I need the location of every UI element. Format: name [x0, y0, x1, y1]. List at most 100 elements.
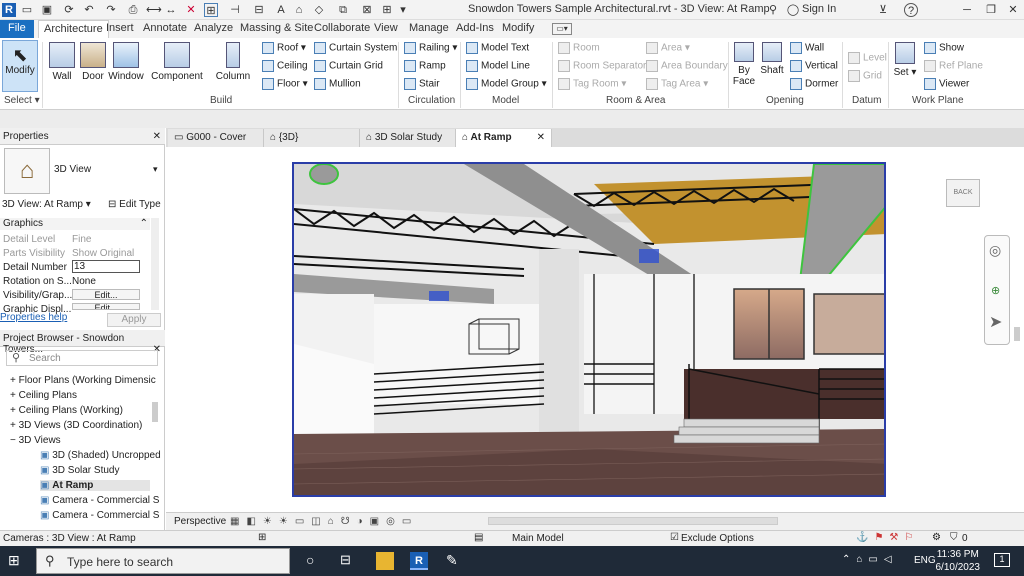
task-view-icon[interactable]: ○ — [306, 552, 324, 570]
by-face-button[interactable]: By Face — [732, 42, 756, 87]
user-icon[interactable]: ◯ — [786, 3, 800, 17]
3d-camera-view[interactable] — [292, 162, 886, 497]
area-button[interactable]: Area ▾ — [646, 42, 690, 54]
browser-tree-item[interactable]: ▣ 3D (Shaded) Uncropped — [40, 450, 161, 461]
ramp-button[interactable]: Ramp — [404, 60, 446, 72]
revit-logo-icon[interactable]: R — [2, 3, 16, 17]
component-button[interactable]: Component — [150, 42, 204, 82]
browser-tree-item[interactable]: ▣ At Ramp — [40, 480, 150, 491]
vertical-opening-button[interactable]: Vertical — [790, 60, 838, 72]
tab-3d-solar-study[interactable]: ⌂ 3D Solar Study — [360, 129, 456, 147]
close-icon[interactable]: ✕ — [153, 131, 161, 142]
graphic-display-edit-button[interactable]: Edit... — [72, 303, 140, 310]
mullion-button[interactable]: Mullion — [314, 78, 361, 90]
close-window-icon[interactable]: ⊠ — [360, 3, 374, 17]
detail-number-input[interactable]: 13 — [72, 260, 140, 273]
sync-icon[interactable]: ⟳ — [62, 3, 76, 17]
language-indicator[interactable]: ENG — [914, 555, 936, 566]
help-icon[interactable]: ? — [904, 3, 918, 17]
revit-taskbar-icon[interactable]: R — [410, 552, 428, 570]
search-binoculars-icon[interactable]: ⚲ — [766, 3, 780, 17]
properties-scrollbar[interactable] — [151, 218, 159, 310]
measure-icon[interactable]: ⟷ — [146, 3, 162, 17]
wall-button[interactable]: Wall — [48, 42, 76, 82]
sign-in-link[interactable]: Sign In — [802, 3, 836, 15]
browser-tree-item[interactable]: + Floor Plans (Working Dimensic — [10, 375, 156, 386]
edit-type-button[interactable]: ⊟ Edit Type — [108, 199, 161, 210]
text-icon[interactable]: A — [274, 3, 288, 17]
minimize-icon[interactable]: ─ — [960, 3, 974, 17]
view-control-icons[interactable]: ▦◧☀☀▭◫⌂☋◑▣◎▭ — [230, 516, 418, 527]
modify-button[interactable]: ⬉ Modify — [2, 40, 38, 92]
graphics-group-header[interactable]: Graphics ⌃ — [0, 218, 150, 230]
browser-tree-item[interactable]: − 3D Views — [10, 435, 61, 446]
open-icon[interactable]: ▭ — [20, 3, 34, 17]
tag-room-button[interactable]: Tag Room ▾ — [558, 78, 626, 90]
cart-icon[interactable]: ⊻ — [876, 3, 890, 17]
tab-architecture[interactable]: Architecture — [38, 20, 109, 39]
ref-plane-button[interactable]: Ref Plane — [924, 60, 983, 72]
apply-button[interactable]: Apply — [107, 313, 161, 327]
tab-analyze[interactable]: Analyze — [194, 22, 233, 34]
browser-tree-item[interactable]: + Ceiling Plans — [10, 390, 77, 401]
curtain-system-button[interactable]: Curtain System — [314, 42, 397, 54]
level-button[interactable]: Level — [848, 52, 887, 64]
tab-modify[interactable]: Modify — [502, 22, 534, 34]
tab-file[interactable]: File — [0, 20, 34, 38]
horizontal-scrollbar[interactable] — [488, 517, 778, 525]
zoom-icon[interactable]: ⊕ — [991, 284, 1000, 297]
select-dropdown[interactable]: Select ▾ — [4, 95, 40, 106]
model-line-button[interactable]: Model Line — [466, 60, 530, 72]
drawing-area[interactable]: BACK ◎ ⊕ ➤ — [166, 147, 1024, 512]
roof-button[interactable]: Roof ▾ — [262, 42, 306, 54]
browser-tree-item[interactable]: ▣ Camera - Commercial S — [40, 510, 159, 521]
dropdown-icon[interactable]: ▾ — [396, 3, 410, 17]
browser-tree-item[interactable]: + 3D Views (3D Coordination) — [10, 420, 142, 431]
tag-icon[interactable]: ⊟ — [252, 3, 266, 17]
tab-manage[interactable]: Manage — [409, 22, 449, 34]
projection-mode[interactable]: Perspective — [174, 516, 226, 527]
active-model[interactable]: Main Model — [512, 533, 564, 544]
viewport-scrollbar[interactable] — [1014, 327, 1020, 341]
switch-windows-icon[interactable]: ⧉ — [336, 3, 350, 17]
clock[interactable]: 11:36 PM 6/10/2023 — [936, 548, 981, 574]
door-button[interactable]: Door — [80, 42, 106, 82]
ceiling-button[interactable]: Ceiling — [262, 60, 308, 72]
print-icon[interactable]: ⎙ — [126, 3, 140, 17]
visibility-graphics-edit-button[interactable]: Edit... — [72, 289, 140, 300]
paint-icon[interactable]: ✎ — [446, 552, 464, 570]
browser-tree-item[interactable]: ▣ Camera - Commercial S — [40, 495, 159, 506]
taskbar-search-input[interactable]: Type here to search — [36, 548, 290, 574]
browser-scrollbar[interactable] — [152, 402, 158, 422]
instance-selector[interactable]: 3D View: At Ramp ▾ — [2, 199, 102, 210]
design-options-icon[interactable]: ▤ — [474, 532, 483, 543]
widgets-icon[interactable]: ⊟ — [340, 552, 358, 570]
drag-icon[interactable]: ⚙ — [932, 532, 941, 543]
close-icon[interactable]: ✕ — [1006, 3, 1020, 17]
wall-opening-button[interactable]: Wall — [790, 42, 824, 54]
align-icon[interactable]: ⊣ — [228, 3, 242, 17]
tab-g000-cover[interactable]: ▭ G000 - Cover — [168, 129, 264, 147]
restore-icon[interactable]: ❐ — [984, 3, 998, 17]
navigate-arrow-icon[interactable]: ➤ — [989, 312, 1002, 332]
room-separator-button[interactable]: Room Separator — [558, 60, 646, 72]
tab-add-ins[interactable]: Add-Ins — [456, 22, 494, 34]
floor-button[interactable]: Floor ▾ — [262, 78, 308, 90]
properties-help-link[interactable]: Properties help — [0, 312, 67, 323]
show-button[interactable]: Show — [924, 42, 964, 54]
tab-annotate[interactable]: Annotate — [143, 22, 187, 34]
notification-icon[interactable]: 1 — [994, 553, 1010, 567]
model-text-button[interactable]: Model Text — [466, 42, 529, 54]
worksets-icon[interactable]: ⊞ — [258, 532, 266, 543]
tab-3d[interactable]: ⌂ {3D} — [264, 129, 360, 147]
redo-icon[interactable]: ↷ — [104, 3, 118, 17]
browser-search-input[interactable]: Search — [6, 350, 158, 366]
filter-icon[interactable]: ⛉ — [950, 532, 958, 543]
tab-at-ramp[interactable]: ⌂ At Ramp ✕ — [456, 129, 552, 147]
railing-button[interactable]: Railing ▾ — [404, 42, 457, 54]
dormer-button[interactable]: Dormer — [790, 78, 838, 90]
window-button[interactable]: Window — [108, 42, 144, 82]
tab-massing-site[interactable]: Massing & Site — [240, 22, 313, 34]
curtain-grid-button[interactable]: Curtain Grid — [314, 60, 383, 72]
steering-wheel-icon[interactable]: ◎ — [989, 242, 1001, 259]
